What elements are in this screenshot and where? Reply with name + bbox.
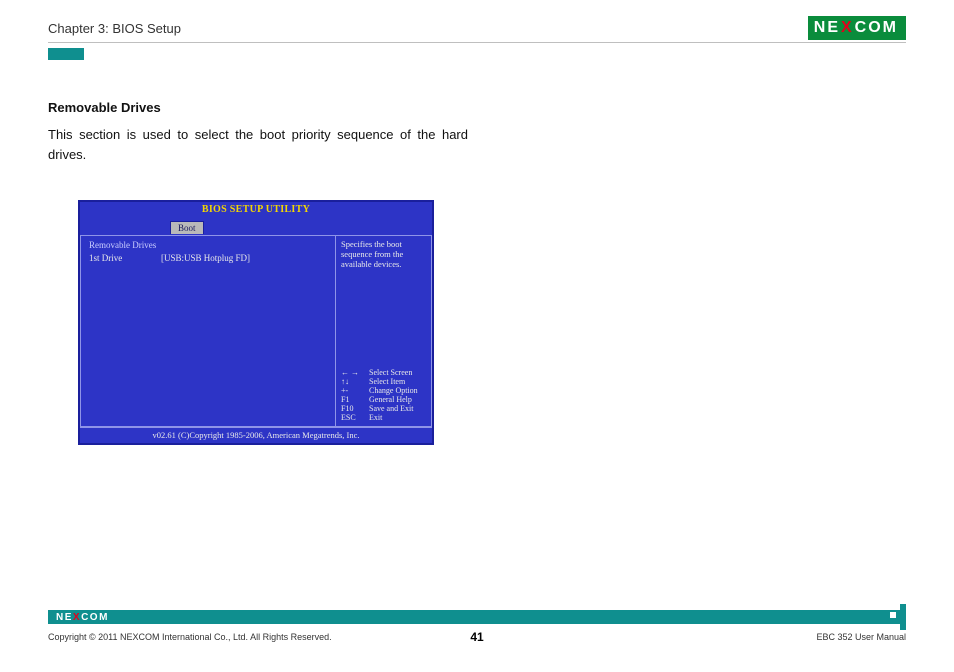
bios-setting-row[interactable]: 1st Drive [USB:USB Hotplug FD] — [89, 253, 327, 263]
header-divider — [48, 42, 906, 43]
brand-logo-text: NEXCOM — [808, 16, 906, 40]
footer-logo-x: X — [73, 612, 81, 623]
bios-setting-label: 1st Drive — [89, 253, 161, 263]
bios-title-bar: BIOS SETUP UTILITY — [80, 202, 432, 217]
bios-main-panel: Removable Drives 1st Drive [USB:USB Hotp… — [81, 236, 336, 426]
bios-key-row: ↑↓Select Item — [341, 377, 426, 386]
bios-key: +- — [341, 386, 369, 395]
page-number: 41 — [0, 630, 954, 644]
bios-help-panel: Specifies the boot sequence from the ava… — [336, 236, 431, 426]
header-accent-tab — [48, 48, 84, 60]
bios-key-action: General Help — [369, 395, 412, 404]
document-page: Chapter 3: BIOS Setup NEXCOM Removable D… — [0, 0, 954, 672]
logo-part-ne: NE — [814, 19, 840, 37]
footer-logo-ne: NE — [56, 612, 73, 623]
bios-panel-heading: Removable Drives — [89, 240, 327, 250]
bios-key: ← → — [341, 368, 369, 377]
bios-tab-strip: Boot — [80, 217, 432, 235]
logo-part-x: X — [841, 19, 854, 37]
bios-key: F1 — [341, 395, 369, 404]
bios-key-action: Exit — [369, 413, 382, 422]
content-column: Removable Drives This section is used to… — [48, 100, 468, 165]
section-title: Removable Drives — [48, 100, 468, 115]
bios-key-row: F10Save and Exit — [341, 404, 426, 413]
bios-body: Removable Drives 1st Drive [USB:USB Hotp… — [80, 235, 432, 427]
page-header: Chapter 3: BIOS Setup NEXCOM — [48, 16, 906, 40]
bios-key-row: ← →Select Screen — [341, 368, 426, 377]
bios-help-text: Specifies the boot sequence from the ava… — [341, 240, 426, 269]
section-description: This section is used to select the boot … — [48, 125, 468, 165]
bios-key: ESC — [341, 413, 369, 422]
bios-key-row: F1General Help — [341, 395, 426, 404]
bios-footer: v02.61 (C)Copyright 1985-2006, American … — [80, 427, 432, 443]
bios-key: F10 — [341, 404, 369, 413]
logo-part-com: COM — [855, 19, 898, 37]
brand-logo: NEXCOM — [808, 16, 906, 40]
chapter-label: Chapter 3: BIOS Setup — [48, 21, 181, 36]
bios-setting-value: [USB:USB Hotplug FD] — [161, 253, 250, 263]
bios-key-legend: ← →Select Screen ↑↓Select Item +-Change … — [341, 368, 426, 422]
bios-window: BIOS SETUP UTILITY Boot Removable Drives… — [78, 200, 434, 445]
footer-decoration — [888, 610, 906, 624]
bios-key-action: Select Item — [369, 377, 405, 386]
footer-logo: NEXCOM — [52, 610, 113, 624]
footer-bar: NEXCOM — [48, 610, 906, 624]
bios-key-action: Select Screen — [369, 368, 412, 377]
bios-key-action: Save and Exit — [369, 404, 413, 413]
bios-key: ↑↓ — [341, 377, 369, 386]
bios-key-action: Change Option — [369, 386, 418, 395]
footer-logo-com: COM — [81, 612, 109, 623]
bios-tab-boot[interactable]: Boot — [170, 221, 204, 234]
bios-key-row: ESCExit — [341, 413, 426, 422]
bios-key-row: +-Change Option — [341, 386, 426, 395]
